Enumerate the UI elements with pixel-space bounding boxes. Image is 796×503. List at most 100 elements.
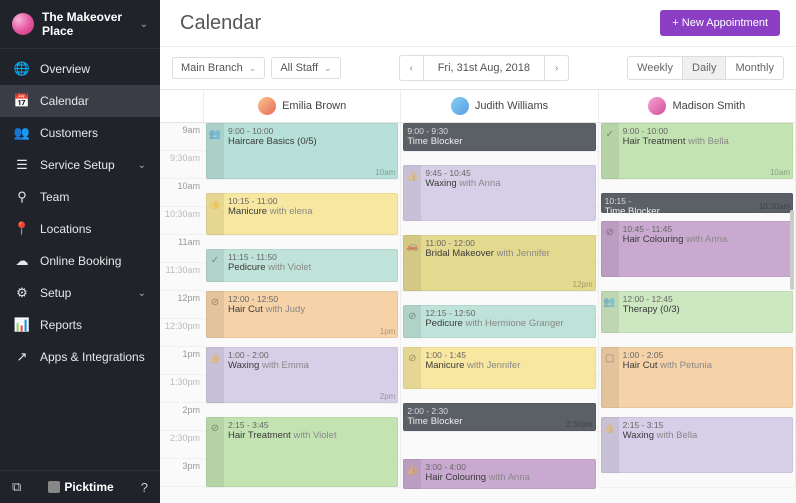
event-body: 12:00 - 12:50Hair Cut with Judy xyxy=(224,291,398,338)
event-title: Hair Colouring with Anna xyxy=(623,234,789,245)
sidebar: The Makeover Place ⌄ 🌐Overview📅Calendar👥… xyxy=(0,0,160,503)
calendar-event[interactable]: 👍9:45 - 10:45Waxing with Anna xyxy=(403,165,595,221)
box-icon: ▢ xyxy=(601,347,619,408)
staff-header[interactable]: Emilia Brown xyxy=(204,90,401,122)
sidebar-footer: ⧉ Picktime ? xyxy=(0,470,160,503)
sidebar-item-team[interactable]: ⚲Team xyxy=(0,181,160,213)
next-day-button[interactable]: › xyxy=(545,55,569,81)
calendar-event[interactable]: ⊘2:15 - 3:45Hair Treatment with Violet xyxy=(206,417,398,487)
staff-name: Emilia Brown xyxy=(282,100,346,112)
sidebar-item-apps-integrations[interactable]: ↗Apps & Integrations xyxy=(0,341,160,373)
event-body: 2:15 - 3:45Hair Treatment with Violet xyxy=(224,417,398,487)
event-body: 10:15 - 11:00Manicure with elena xyxy=(224,193,398,235)
help-icon[interactable]: ? xyxy=(141,480,148,495)
staff-header[interactable]: Madison Smith xyxy=(599,90,796,122)
workspace-logo xyxy=(12,13,34,35)
event-body: 12:15 - 12:50Pedicure with Hermione Gran… xyxy=(421,305,595,338)
scrollbar-vertical[interactable] xyxy=(790,210,794,290)
event-time: 12:00 - 12:50 xyxy=(228,294,394,304)
calendar-event[interactable]: 👥12:00 - 12:45Therapy (0/3) xyxy=(601,291,793,333)
event-title: Waxing with Bella xyxy=(623,430,789,441)
time-label: 9:30am xyxy=(160,151,204,179)
sidebar-item-setup[interactable]: ⚙Setup⌄ xyxy=(0,277,160,309)
calendar-event[interactable]: ✓11:15 - 11:50Pedicure with Violet xyxy=(206,249,398,282)
event-time: 10:45 - 11:45 xyxy=(623,224,789,234)
event-time: 2:15 - 3:15 xyxy=(623,420,789,430)
event-title: Pedicure with Hermione Granger xyxy=(425,318,591,329)
event-body: 10:45 - 11:45Hair Colouring with Anna xyxy=(619,221,793,277)
sidebar-item-customers[interactable]: 👥Customers xyxy=(0,117,160,149)
event-body: 11:15 - 11:50Pedicure with Violet xyxy=(224,249,398,282)
event-title: Hair Colouring with Anna xyxy=(425,472,591,483)
event-end-cap: 10am xyxy=(375,168,395,177)
event-body: 1:00 - 2:00Waxing with Emma xyxy=(224,347,398,403)
calendar-event[interactable]: 👍2:15 - 3:15Waxing with Bella xyxy=(601,417,793,473)
event-time: 1:00 - 1:45 xyxy=(425,350,591,360)
sidebar-item-calendar[interactable]: 📅Calendar xyxy=(0,85,160,117)
sidebar-item-service-setup[interactable]: ☰Service Setup⌄ xyxy=(0,149,160,181)
view-monthly-button[interactable]: Monthly xyxy=(725,56,784,80)
branch-dropdown[interactable]: Main Branch ⌄ xyxy=(172,57,265,79)
event-time: 1:00 - 2:00 xyxy=(228,350,394,360)
workspace-switcher[interactable]: The Makeover Place ⌄ xyxy=(0,0,160,49)
calendar-event[interactable]: 🚗11:00 - 12:00Bridal Makeover with Jenni… xyxy=(403,235,595,291)
pin-icon: 📍 xyxy=(14,221,30,237)
calendar-event[interactable]: 👍3:00 - 4:00Hair Colouring with Anna xyxy=(403,459,595,489)
view-daily-button[interactable]: Daily xyxy=(682,56,726,80)
sidebar-item-reports[interactable]: 📊Reports xyxy=(0,309,160,341)
chevron-down-icon: ⌄ xyxy=(140,19,148,30)
calendar-event[interactable]: ✓9:00 - 10:00Hair Treatment with Bella10… xyxy=(601,123,793,179)
event-time: 12:15 - 12:50 xyxy=(425,308,591,318)
calendar-event[interactable]: 👥 9:00 - 10:00Haircare Basics (0/5) 10am xyxy=(206,123,398,179)
calendar-event[interactable]: ⊘10:45 - 11:45Hair Colouring with Anna xyxy=(601,221,793,277)
staff-header[interactable]: Judith Williams xyxy=(401,90,598,122)
time-label: 2pm xyxy=(160,403,204,431)
current-date-label[interactable]: Fri, 31st Aug, 2018 xyxy=(423,55,545,81)
new-appointment-button[interactable]: + New Appointment xyxy=(660,10,780,36)
event-body: 1:00 - 2:05Hair Cut with Petunia xyxy=(619,347,793,408)
event-time: 2:00 - 2:30 xyxy=(407,406,591,416)
external-link-icon[interactable]: ⧉ xyxy=(12,479,21,495)
calendar-event[interactable]: ⊘1:00 - 1:45Manicure with Jennifer xyxy=(403,347,595,389)
event-end-cap: 2pm xyxy=(380,392,396,401)
chevron-down-icon: ⌄ xyxy=(324,63,332,74)
sidebar-item-locations[interactable]: 📍Locations xyxy=(0,213,160,245)
calendar-event[interactable]: ⊘12:15 - 12:50Pedicure with Hermione Gra… xyxy=(403,305,595,338)
staff-lane-1[interactable]: 9:00 - 9:30Time Blocker 👍9:45 - 10:45Waxi… xyxy=(401,123,598,487)
brand-label: Picktime xyxy=(31,480,130,494)
chevron-down-icon: ⌄ xyxy=(138,288,146,299)
calendar-event[interactable]: 👍10:15 - 11:00Manicure with elena xyxy=(206,193,398,235)
group-icon: 👥 xyxy=(206,123,224,179)
calendar-event[interactable]: 👍1:00 - 2:00Waxing with Emma2pm xyxy=(206,347,398,403)
calendar-event[interactable]: 2:00 - 2:30Time Blocker2:30pm xyxy=(403,403,595,431)
event-title: Time Blocker xyxy=(407,136,591,147)
event-title: Haircare Basics (0/5) xyxy=(228,136,394,147)
nav-label: Setup xyxy=(40,286,71,300)
thumb-icon: 👍 xyxy=(403,459,421,489)
event-time: 11:00 - 12:00 xyxy=(425,238,591,248)
view-toggle: WeeklyDailyMonthly xyxy=(627,56,784,80)
prev-day-button[interactable]: ‹ xyxy=(399,55,423,81)
event-body: 12:00 - 12:45Therapy (0/3) xyxy=(619,291,793,333)
sidebar-item-online-booking[interactable]: ☁Online Booking xyxy=(0,245,160,277)
no-icon: ⊘ xyxy=(403,347,421,389)
calendar-grid[interactable]: Emilia Brown Judith Williams Madison Smi… xyxy=(160,90,796,503)
time-label: 12pm xyxy=(160,291,204,319)
event-title: Waxing with Anna xyxy=(425,178,591,189)
event-time: 9:00 - 10:00 xyxy=(228,126,394,136)
calendar-event[interactable]: 9:00 - 9:30Time Blocker xyxy=(403,123,595,151)
event-time: 9:00 - 9:30 xyxy=(407,126,591,136)
view-weekly-button[interactable]: Weekly xyxy=(627,56,683,80)
calendar-event[interactable]: ▢1:00 - 2:05Hair Cut with Petunia xyxy=(601,347,793,408)
event-time: 11:15 - 11:50 xyxy=(228,252,394,262)
staff-filter-dropdown[interactable]: All Staff ⌄ xyxy=(271,57,340,79)
sidebar-item-overview[interactable]: 🌐Overview xyxy=(0,53,160,85)
event-end-cap: 12pm xyxy=(573,280,593,289)
calendar-event[interactable]: 10:15 -Time Blocker10:30am xyxy=(601,193,793,213)
main-header: Calendar + New Appointment xyxy=(160,0,796,47)
staff-lane-0[interactable]: 👥 9:00 - 10:00Haircare Basics (0/5) 10am 👍1… xyxy=(204,123,401,487)
calendar-event[interactable]: ⊘12:00 - 12:50Hair Cut with Judy1pm xyxy=(206,291,398,338)
event-title: Hair Treatment with Bella xyxy=(623,136,789,147)
staff-lane-2[interactable]: ✓9:00 - 10:00Hair Treatment with Bella10… xyxy=(599,123,796,487)
time-column: 9am9:30am10am10:30am11am11:30am12pm12:30… xyxy=(160,123,204,487)
